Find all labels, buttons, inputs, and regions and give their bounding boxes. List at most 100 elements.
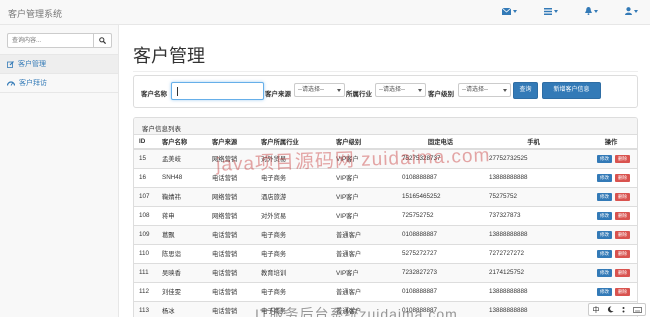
cell-level: 普通客户	[331, 243, 397, 263]
column-header: 固定电话	[397, 135, 484, 150]
customer-source-select[interactable]: --请选择--	[294, 83, 345, 97]
edit-button[interactable]: 修改	[597, 211, 612, 220]
column-header: 客户来源	[207, 135, 256, 150]
cell-industry: 对外贸易	[256, 148, 331, 168]
delete-button[interactable]: 删除	[615, 268, 630, 277]
cell-industry: 电子商务	[256, 243, 331, 263]
edit-button[interactable]: 修改	[597, 249, 612, 258]
select-value: --请选择--	[462, 87, 488, 93]
edit-button[interactable]: 修改	[597, 173, 612, 182]
edit-button[interactable]: 修改	[597, 230, 612, 239]
search-button[interactable]	[94, 33, 112, 48]
cell-id: 112	[134, 281, 157, 301]
cell-industry: 电子商务	[256, 300, 331, 317]
moon-icon	[607, 306, 613, 313]
cell-industry: 对外贸易	[256, 205, 331, 225]
messages-dropdown[interactable]	[502, 7, 517, 15]
customer-table: ID 客户名称 客户来源 客户所属行业 客户级别 固定电话 手机 操作 15 孟美…	[134, 135, 637, 317]
cell-source: 电话营销	[207, 262, 256, 282]
cell-level: VIP客户	[331, 205, 397, 225]
cell-phone: 0108888887	[397, 224, 484, 244]
table-row: 112 刘佳雯 电话营销 电子商务 普通客户 0108888887 13888888888 修…	[134, 281, 637, 301]
cell-phone: 15165465252	[397, 186, 484, 206]
cell-actions: 修改删除	[583, 243, 637, 263]
table-row: 107 鞠婧祎 网络营销 酒店旅游 VIP客户 15165465252 75275752 修改…	[134, 186, 637, 206]
edit-button[interactable]: 修改	[597, 268, 612, 277]
delete-button[interactable]: 删除	[615, 211, 630, 220]
edit-button[interactable]: 修改	[597, 154, 612, 163]
cell-phone: 75275328737	[397, 148, 484, 168]
cell-id: 109	[134, 224, 157, 244]
delete-button[interactable]: 删除	[615, 173, 630, 182]
cell-level: 普通客户	[331, 300, 397, 317]
cell-industry: 电子商务	[256, 224, 331, 244]
delete-button[interactable]: 删除	[615, 230, 630, 239]
brand-title[interactable]: 客户管理系统	[8, 7, 62, 20]
cell-level: VIP客户	[331, 262, 397, 282]
table-row: 111 吴映香 电话营销 教育培训 VIP客户 7232827273 2174125752 修…	[134, 262, 637, 282]
customer-source-label: 客户来源	[265, 91, 291, 98]
bell-icon	[585, 7, 592, 15]
delete-button[interactable]: 删除	[615, 192, 630, 201]
industry-select[interactable]: --请选择--	[375, 83, 426, 97]
edit-button[interactable]: 修改	[597, 287, 612, 296]
cell-actions: 修改删除	[583, 205, 637, 225]
title-divider	[133, 71, 638, 72]
cell-industry: 酒店旅游	[256, 186, 331, 206]
row-actions: 修改删除	[597, 287, 637, 296]
cell-name: SNH48	[157, 167, 207, 187]
edit-button[interactable]: 修改	[597, 192, 612, 201]
delete-button[interactable]: 删除	[615, 154, 630, 163]
customer-name-input[interactable]	[171, 82, 264, 100]
filter-panel: 客户名称 客户来源 --请选择-- 所属行业 --请选择-- 客户级别 --请选…	[133, 75, 638, 108]
table-header-row: ID 客户名称 客户来源 客户所属行业 客户级别 固定电话 手机 操作	[134, 135, 637, 150]
row-actions: 修改删除	[597, 173, 637, 182]
customer-name-label: 客户名称	[141, 91, 167, 98]
customer-level-select[interactable]: --请选择--	[458, 83, 511, 97]
cell-phone: 725752752	[397, 205, 484, 225]
cell-mobile: 75275752	[484, 186, 583, 206]
caret-down-icon	[513, 9, 517, 13]
alerts-dropdown[interactable]	[585, 7, 598, 15]
sidebar-item-customer-visit[interactable]: 客户拜访	[0, 74, 118, 93]
table-row: 109 葛飘 电话营销 电子商务 普通客户 0108888887 13888888888 修改…	[134, 224, 637, 244]
cell-mobile: 13888888888	[484, 300, 583, 317]
row-actions: 修改删除	[597, 192, 637, 201]
column-header: ID	[134, 135, 157, 150]
column-header: 手机	[484, 135, 583, 150]
list-heading: 客户信息列表	[134, 118, 637, 135]
main-content: 客户管理 客户名称 客户来源 --请选择-- 所属行业 --请选择-- 客户级别…	[120, 25, 650, 317]
chevron-down-icon	[337, 89, 341, 92]
sidebar: 客户管理 客户拜访	[0, 25, 119, 317]
cell-id: 111	[134, 262, 157, 282]
ime-toolbar[interactable]: 中	[588, 303, 646, 316]
delete-button[interactable]: 删除	[615, 249, 630, 258]
column-header: 操作	[583, 135, 637, 150]
chevron-down-icon	[418, 89, 422, 92]
sidebar-item-customer-manage[interactable]: 客户管理	[0, 55, 118, 74]
cell-name: 鞠婧祎	[157, 186, 207, 206]
cell-phone: 0108888887	[397, 167, 484, 187]
select-value: --请选择--	[298, 87, 324, 93]
tasks-dropdown[interactable]	[544, 7, 558, 15]
cell-phone: 5275272727	[397, 243, 484, 263]
search-input[interactable]	[7, 33, 94, 48]
table-row: 113杨冰电话营销电子商务普通客户010888888713888888888修改…	[134, 300, 637, 317]
cell-mobile: 13888888888	[484, 224, 583, 244]
cell-id: 15	[134, 148, 157, 168]
cell-id: 16	[134, 167, 157, 187]
cell-id: 108	[134, 205, 157, 225]
punctuation-icon	[622, 307, 624, 313]
add-customer-button[interactable]: 新增客户信息	[542, 82, 601, 99]
row-actions: 修改删除	[597, 211, 637, 220]
sidebar-item-label: 客户拜访	[19, 80, 47, 87]
user-dropdown[interactable]	[625, 7, 638, 15]
cell-level: VIP客户	[331, 167, 397, 187]
cell-industry: 教育培训	[256, 262, 331, 282]
cell-name: 葛飘	[157, 224, 207, 244]
caret-down-icon	[554, 9, 558, 13]
query-button[interactable]: 查询	[513, 82, 538, 99]
delete-button[interactable]: 删除	[615, 287, 630, 296]
cell-id: 113	[134, 300, 157, 317]
cell-source: 网络营销	[207, 148, 256, 168]
